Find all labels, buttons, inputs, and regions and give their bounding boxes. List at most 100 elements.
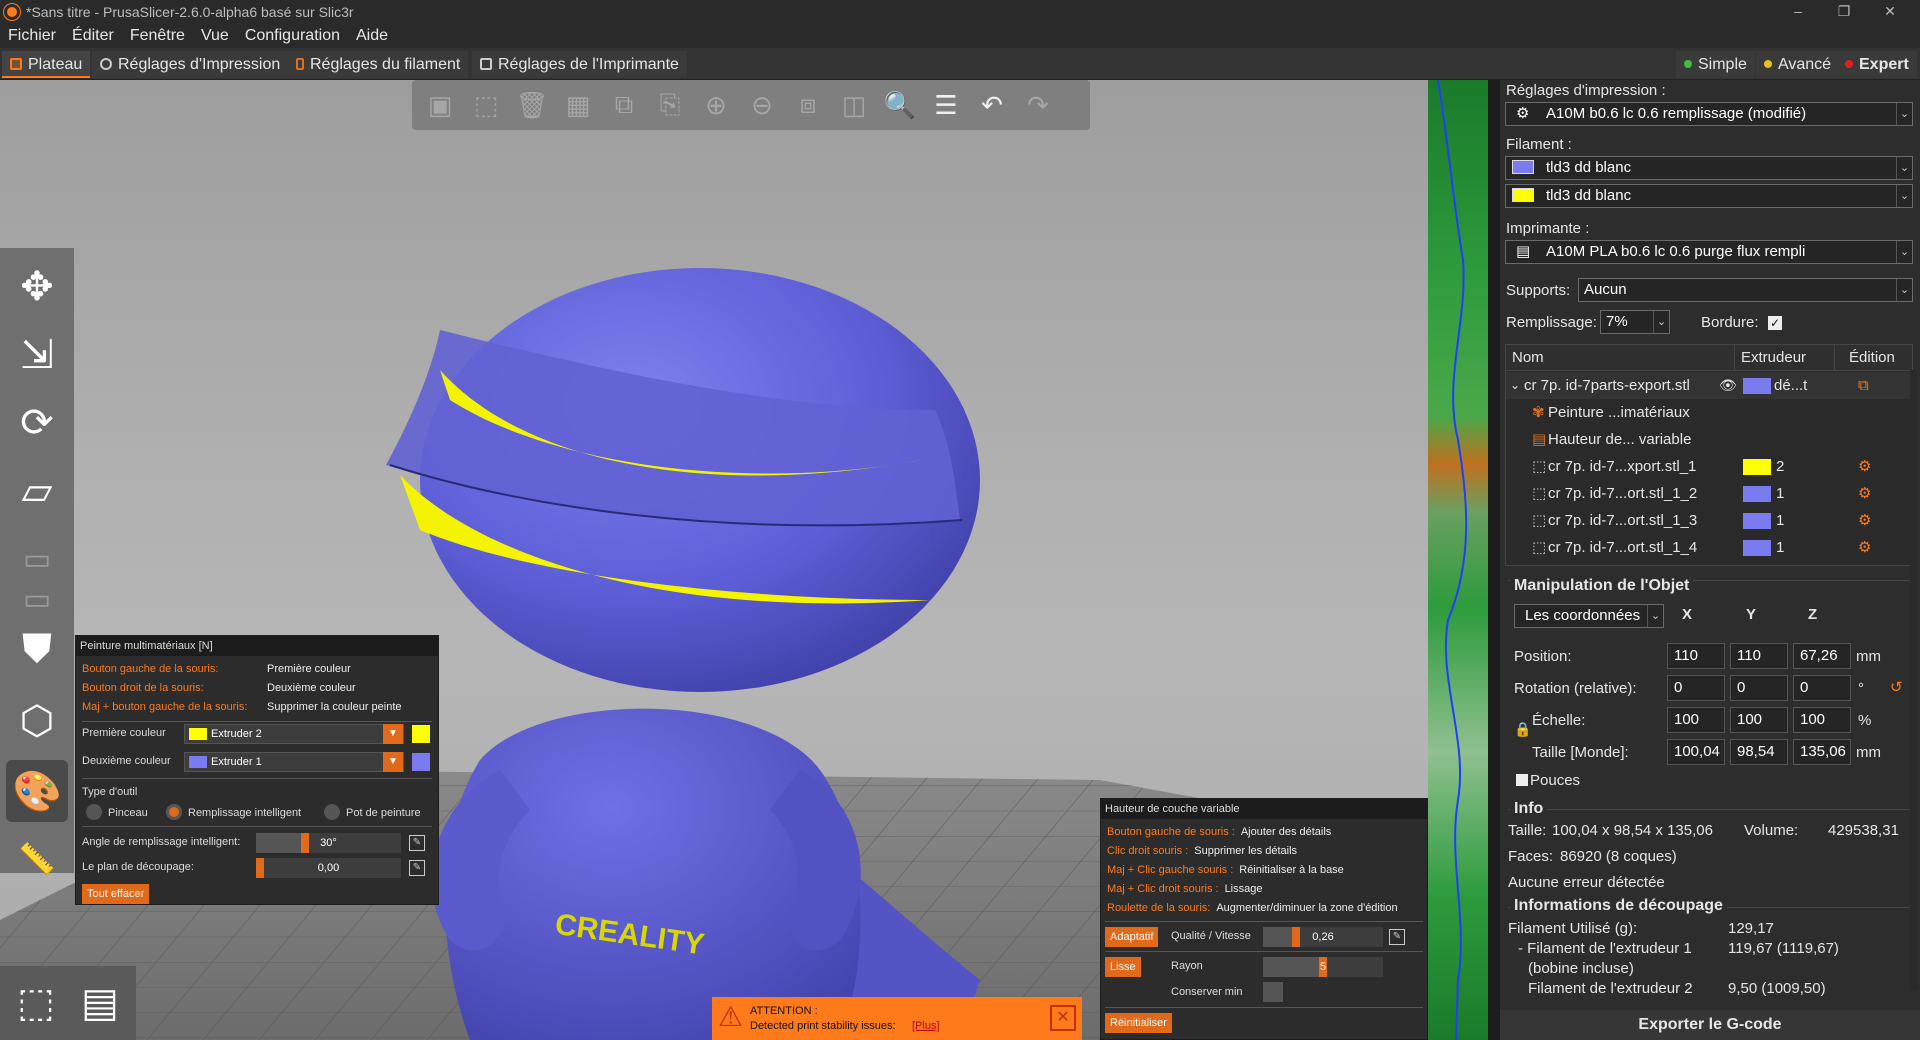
- close-icon[interactable]: ✕: [1050, 1005, 1076, 1031]
- eye-icon[interactable]: 👁: [1719, 372, 1737, 399]
- reset-rotation-icon[interactable]: ↺: [1890, 678, 1903, 696]
- quality-speed-slider[interactable]: 0,26: [1263, 927, 1383, 947]
- inches-checkbox[interactable]: [1516, 774, 1528, 786]
- copy-icon[interactable]: ⧉: [604, 85, 644, 125]
- radius-slider[interactable]: 5: [1263, 957, 1383, 977]
- delete-icon[interactable]: ⬚: [466, 85, 506, 125]
- seam-paint-icon[interactable]: ⬡: [6, 690, 68, 752]
- tool-brush-radio[interactable]: Pinceau: [86, 804, 148, 820]
- 3d-view-icon[interactable]: ⬚: [6, 972, 66, 1034]
- position-x-input[interactable]: 110: [1667, 643, 1725, 669]
- edit-icon[interactable]: ✎: [409, 835, 425, 851]
- filament-select-1[interactable]: tld3 dd blanc ⌄: [1505, 156, 1913, 180]
- object-extruder[interactable]: dé...t: [1774, 372, 1807, 399]
- tab-plateau[interactable]: Plateau: [2, 51, 91, 78]
- warning-more-link[interactable]: [Plus]: [912, 1020, 940, 1032]
- clipping-plane-slider[interactable]: 0,00: [256, 858, 401, 878]
- position-y-input[interactable]: 110: [1730, 643, 1788, 669]
- menu-editer[interactable]: Éditer: [64, 27, 122, 45]
- part-extruder[interactable]: 1: [1776, 507, 1784, 534]
- part-row[interactable]: ⬚ cr 7p. id-7...xport.stl_1 2 ⚙: [1506, 453, 1912, 480]
- second-color-select[interactable]: Extruder 1 ▼: [184, 752, 404, 772]
- object-row[interactable]: ⌄ cr 7p. id-7parts-export.stl 👁 dé...t ⧉: [1506, 372, 1912, 399]
- mmu-paint-icon[interactable]: 🎨: [6, 760, 68, 822]
- size-y-input[interactable]: 98,54: [1730, 739, 1788, 765]
- second-color-swatch[interactable]: [412, 753, 430, 771]
- first-color-select[interactable]: Extruder 2 ▼: [184, 724, 404, 744]
- move-icon[interactable]: ✥: [6, 256, 68, 318]
- undo-icon[interactable]: ↶: [972, 85, 1012, 125]
- menu-fenetre[interactable]: Fenêtre: [122, 27, 193, 45]
- tab-filament-settings[interactable]: Réglages du filament: [288, 51, 469, 78]
- split-objects-icon[interactable]: ⧈: [788, 85, 828, 125]
- chevron-down-icon[interactable]: ⌄: [1510, 372, 1520, 399]
- arrange-icon[interactable]: ▦: [558, 85, 598, 125]
- variable-layer-height-icon[interactable]: ☰: [926, 85, 966, 125]
- smooth-button[interactable]: Lisse: [1105, 957, 1141, 977]
- part-row[interactable]: ⬚ cr 7p. id-7...ort.stl_1_3 1 ⚙: [1506, 507, 1912, 534]
- position-z-input[interactable]: 67,26: [1793, 643, 1851, 669]
- first-color-swatch[interactable]: [412, 725, 430, 743]
- layer-height-profile[interactable]: [1428, 80, 1500, 1040]
- 3d-viewport[interactable]: CREALITY ▣ ⬚ 🗑 ▦ ⧉ ⎘ ⊕ ⊖ ⧈ ◫ 🔍 ☰ ↶ ↷ ✥ ⇲…: [0, 80, 1428, 1040]
- scale-x-input[interactable]: 100: [1667, 707, 1725, 733]
- redo-icon[interactable]: ↷: [1018, 85, 1058, 125]
- edit-icon[interactable]: ✎: [1389, 929, 1405, 945]
- rotate-icon[interactable]: ⟳: [6, 392, 68, 454]
- brim-checkbox[interactable]: ✓: [1768, 316, 1782, 330]
- scale-icon[interactable]: ⇲: [6, 324, 68, 386]
- size-z-input[interactable]: 135,06: [1793, 739, 1851, 765]
- rotation-x-input[interactable]: 0: [1667, 675, 1725, 701]
- print-settings-select[interactable]: ⚙ A10M b0.6 lc 0.6 remplissage (modifié) ⌄: [1505, 102, 1913, 126]
- tab-print-settings[interactable]: Réglages d'Impression: [92, 51, 289, 78]
- add-instance-icon[interactable]: ⊕: [696, 85, 736, 125]
- rotation-y-input[interactable]: 0: [1730, 675, 1788, 701]
- restore-button[interactable]: ❐: [1821, 0, 1867, 24]
- mode-expert-button[interactable]: Expert: [1837, 51, 1917, 78]
- part-extruder[interactable]: 1: [1776, 480, 1784, 507]
- scale-z-input[interactable]: 100: [1793, 707, 1851, 733]
- edit-icon[interactable]: ✎: [409, 860, 425, 876]
- gear-icon[interactable]: ⚙: [1858, 453, 1871, 480]
- part-extruder[interactable]: 2: [1776, 453, 1784, 480]
- printer-select[interactable]: ▤ A10M PLA b0.6 lc 0.6 purge flux rempli ⌄: [1505, 240, 1913, 264]
- supports-select[interactable]: Aucun ⌄: [1578, 278, 1913, 302]
- scale-y-input[interactable]: 100: [1730, 707, 1788, 733]
- mode-advanced-button[interactable]: Avancé: [1756, 51, 1840, 78]
- preview-icon[interactable]: ▤: [70, 972, 130, 1034]
- minimize-button[interactable]: –: [1775, 0, 1821, 24]
- smart-fill-angle-slider[interactable]: 30°: [256, 833, 401, 853]
- sidebar-scrollbar[interactable]: [1910, 370, 1918, 990]
- part-row[interactable]: ⬚ cr 7p. id-7...ort.stl_1_2 1 ⚙: [1506, 480, 1912, 507]
- clear-all-button[interactable]: Tout effacer: [82, 884, 150, 904]
- paste-icon[interactable]: ⎘: [650, 85, 690, 125]
- coordinates-select[interactable]: Les coordonnées ⌄: [1514, 604, 1664, 628]
- size-x-input[interactable]: 100,04: [1667, 739, 1725, 765]
- col-editing[interactable]: Édition: [1835, 345, 1912, 371]
- search-icon[interactable]: 🔍: [880, 85, 920, 125]
- keep-min-checkbox[interactable]: [1263, 982, 1283, 1002]
- list-item[interactable]: ▤ Hauteur de... variable: [1506, 426, 1912, 453]
- part-row[interactable]: ⬚ cr 7p. id-7...ort.stl_1_4 1 ⚙: [1506, 534, 1912, 561]
- export-gcode-button[interactable]: Exporter le G-code: [1500, 1010, 1920, 1040]
- support-paint-icon[interactable]: ⛊: [6, 618, 68, 680]
- lock-icon[interactable]: 🔒: [1514, 721, 1531, 738]
- menu-aide[interactable]: Aide: [348, 27, 396, 45]
- mode-simple-button[interactable]: Simple: [1676, 51, 1755, 78]
- gear-icon[interactable]: ⚙: [1858, 507, 1871, 534]
- menu-configuration[interactable]: Configuration: [237, 27, 348, 45]
- add-object-icon[interactable]: ▣: [420, 85, 460, 125]
- part-extruder[interactable]: 1: [1776, 534, 1784, 561]
- filament-select-2[interactable]: tld3 dd blanc ⌄: [1505, 184, 1913, 208]
- measure-icon[interactable]: 📏: [6, 828, 68, 890]
- list-item[interactable]: ✾ Peinture ...imatériaux: [1506, 399, 1912, 426]
- menu-fichier[interactable]: Fichier: [0, 27, 64, 45]
- close-window-button[interactable]: ✕: [1867, 0, 1913, 24]
- gear-icon[interactable]: ⚙: [1858, 480, 1871, 507]
- tab-printer-settings[interactable]: Réglages de l'Imprimante: [472, 51, 687, 78]
- place-on-face-icon[interactable]: ⏥: [6, 460, 68, 522]
- rotation-z-input[interactable]: 0: [1793, 675, 1851, 701]
- tool-bucket-radio[interactable]: Pot de peinture: [324, 804, 421, 820]
- reset-button[interactable]: Réinitialiser: [1105, 1013, 1172, 1033]
- col-extruder[interactable]: Extrudeur: [1735, 345, 1835, 371]
